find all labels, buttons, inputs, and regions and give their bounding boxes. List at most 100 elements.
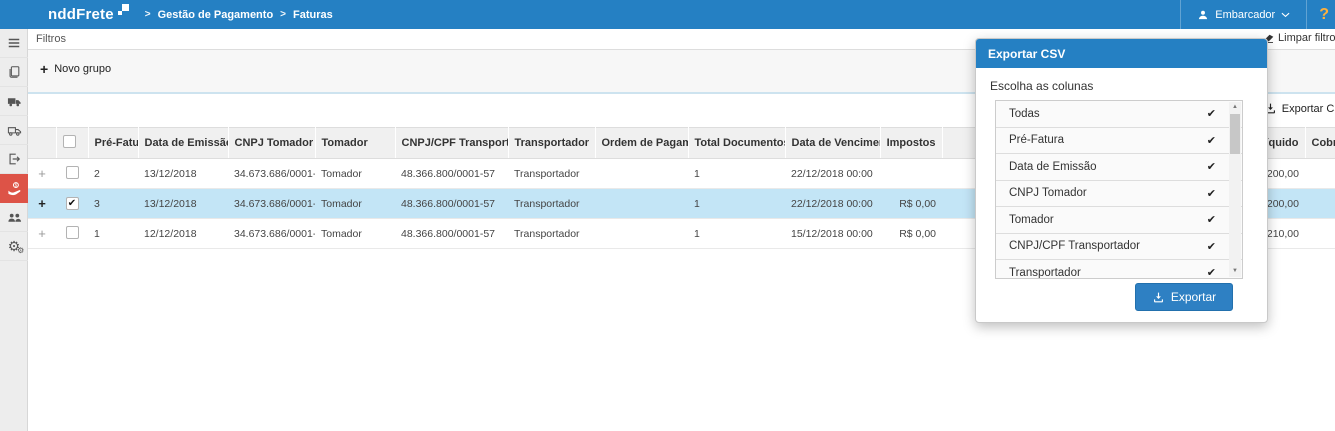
column-option-label: Pré-Fatura: [1009, 134, 1064, 147]
scroll-down-icon[interactable]: ▼: [1229, 266, 1241, 277]
truck-icon: [7, 97, 21, 106]
cell-total_documentos: 1: [688, 188, 785, 219]
download-icon: [1153, 292, 1163, 302]
sidebar-item-settings[interactable]: ⚙ ⚙: [0, 232, 28, 261]
row-checkbox[interactable]: ✔: [65, 197, 79, 210]
row-checkbox[interactable]: [65, 225, 79, 239]
plus-icon: +: [40, 60, 49, 77]
cell-expander: +: [28, 218, 56, 249]
column-header-checkbox[interactable]: [56, 127, 89, 159]
cell-cnpj_cpf_transportador: 48.366.800/0001-57: [395, 158, 508, 189]
sidebar-item-documents[interactable]: [0, 58, 28, 87]
column-header-cnpj_tomador[interactable]: CNPJ Tomador: [228, 127, 316, 159]
truck-outline-icon: [7, 126, 21, 136]
column-header-total_documentos[interactable]: Total Documentos: [688, 127, 786, 159]
column-option-label: CNPJ/CPF Transportador: [1009, 240, 1141, 253]
logo-squares-icon: [117, 4, 129, 15]
clear-filters-button[interactable]: Limpar filtros: [1263, 32, 1335, 44]
cell-checkbox: ✔: [56, 188, 88, 219]
help-button[interactable]: ?: [1307, 0, 1335, 29]
column-option[interactable]: Tomador ✔: [996, 207, 1242, 234]
check-icon: ✔: [1206, 108, 1216, 121]
column-header-cnpj_cpf_transportador[interactable]: CNPJ/CPF Transportador: [395, 127, 509, 159]
column-header-label: Tomador: [321, 137, 368, 149]
column-header-expander: [28, 127, 57, 159]
sidebar-item-payments[interactable]: $: [0, 174, 28, 203]
column-option[interactable]: Todas ✔: [996, 101, 1242, 128]
new-group-button[interactable]: + Novo grupo: [40, 60, 111, 77]
cell-total_documentos: 1: [688, 158, 785, 189]
gears-icon: ⚙ ⚙: [7, 238, 25, 255]
cell-tomador: Tomador: [315, 218, 395, 249]
cell-cnpj_tomador: 34.673.686/0001-01: [228, 158, 315, 189]
column-option-label: CNPJ Tomador: [1009, 187, 1087, 200]
row-checkbox[interactable]: [65, 165, 79, 179]
cell-cnpj_tomador: 34.673.686/0001-01: [228, 218, 315, 249]
cell-impostos: R$ 0,00: [880, 188, 942, 219]
column-header-transportador[interactable]: Transportador: [508, 127, 596, 159]
check-icon: ✔: [1206, 267, 1216, 279]
row-expander[interactable]: +: [38, 196, 46, 211]
sidebar-item-menu[interactable]: [0, 29, 28, 58]
cell-impostos: R$ 0,00: [880, 218, 942, 249]
cell-transportador: Transportador: [508, 218, 595, 249]
export-button[interactable]: Exportar: [1135, 283, 1233, 311]
user-menu[interactable]: Embarcador: [1181, 0, 1306, 29]
cell-cnpj_cpf_transportador: 48.366.800/0001-57: [395, 188, 508, 219]
column-header-impostos[interactable]: Impostos: [880, 127, 943, 159]
cell-tomador: Tomador: [315, 188, 395, 219]
export-csv-button[interactable]: Exportar CSV: [1264, 102, 1335, 115]
column-option[interactable]: Transportador ✔: [996, 260, 1242, 279]
check-icon: ✔: [1206, 187, 1216, 200]
cell-checkbox: [56, 158, 88, 189]
column-option[interactable]: Pré-Fatura ✔: [996, 127, 1242, 154]
cell-impostos: [880, 158, 942, 189]
column-header-label: Pré-Fatura: [94, 137, 138, 149]
cell-checkbox: [56, 218, 88, 249]
listbox-scrollbar[interactable]: ▲ ▼: [1229, 102, 1241, 277]
user-icon: [1199, 10, 1208, 19]
column-header-cobranca[interactable]: Cobrança: [1305, 127, 1335, 159]
filters-title: Filtros: [36, 33, 66, 45]
cell-cobranca: [1305, 218, 1335, 249]
column-header-label: Ordem de Pagamento: [601, 137, 688, 149]
column-option[interactable]: CNPJ Tomador ✔: [996, 180, 1242, 207]
column-option[interactable]: CNPJ/CPF Transportador ✔: [996, 233, 1242, 260]
cell-ordem_pagamento: [595, 188, 688, 219]
breadcrumb-gestao-pagamento[interactable]: Gestão de Pagamento: [158, 9, 274, 21]
column-header-label: Cobrança: [1311, 137, 1335, 149]
scroll-up-icon[interactable]: ▲: [1229, 102, 1241, 113]
users-icon: [7, 213, 21, 222]
sidebar-item-sign-out[interactable]: [0, 145, 28, 174]
row-expander[interactable]: +: [38, 166, 46, 181]
chevron-right-icon: >: [280, 9, 287, 20]
scrollbar-thumb[interactable]: [1230, 114, 1240, 154]
row-expander[interactable]: +: [38, 226, 46, 241]
cell-data_emissao: 13/12/2018: [138, 158, 228, 189]
column-header-tomador[interactable]: Tomador: [315, 127, 396, 159]
column-header-data_emissao[interactable]: Data de Emissão↓: [138, 127, 229, 159]
column-option-label: Data de Emissão: [1009, 160, 1097, 173]
column-header-label: CNPJ Tomador: [234, 137, 314, 149]
cell-data_vencimento: 22/12/2018 00:00: [785, 188, 880, 219]
column-option-label: Todas: [1009, 107, 1040, 120]
clear-filters-label: Limpar filtros: [1278, 32, 1335, 44]
app-logo-text: nddFrete: [48, 6, 114, 23]
user-menu-label: Embarcador: [1215, 8, 1276, 21]
sidebar-item-users[interactable]: [0, 203, 28, 232]
column-header-label: Data de Emissão: [144, 137, 228, 149]
sidebar-item-truck[interactable]: [0, 87, 28, 116]
select-all-checkbox[interactable]: [62, 135, 76, 148]
column-header-data_vencimento[interactable]: Data de Vencimento: [785, 127, 881, 159]
column-option[interactable]: Data de Emissão ✔: [996, 154, 1242, 181]
column-header-label: Impostos: [886, 137, 936, 149]
column-header-ordem_pagamento[interactable]: Ordem de Pagamento: [595, 127, 689, 159]
column-option-label: Tomador: [1009, 213, 1054, 226]
sidebar-item-truck-outline[interactable]: [0, 116, 28, 145]
app-logo[interactable]: nddFrete: [48, 4, 129, 23]
cell-tomador: Tomador: [315, 158, 395, 189]
column-header-label: Total Documentos: [694, 137, 785, 149]
topbar-right: Embarcador ?: [1180, 0, 1335, 29]
breadcrumb-faturas[interactable]: Faturas: [293, 9, 333, 21]
column-header-pre_fatura[interactable]: Pré-Fatura: [88, 127, 139, 159]
